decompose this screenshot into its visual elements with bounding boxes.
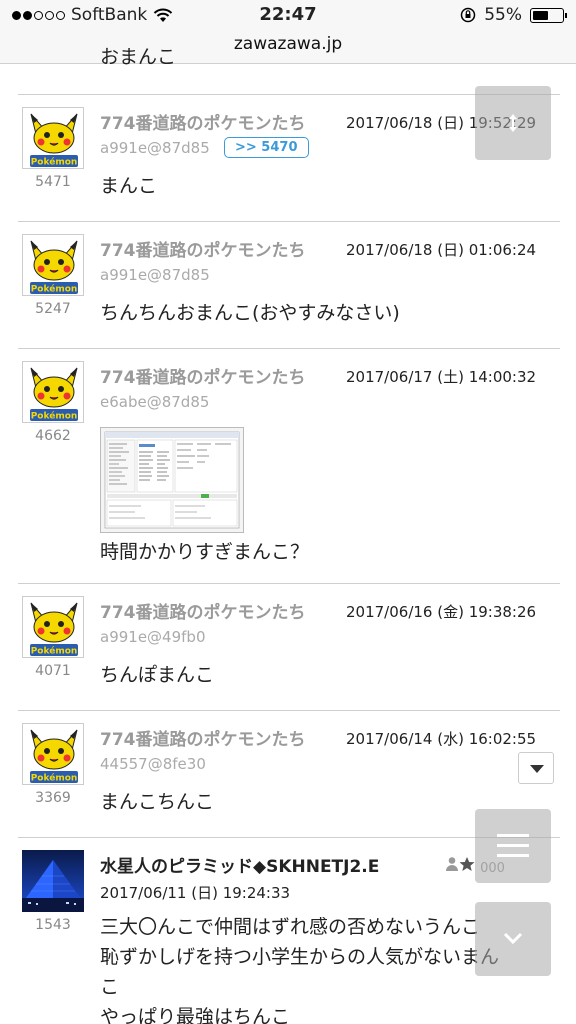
post-number[interactable]: 1543 [22, 917, 84, 933]
post-body: まんこ [100, 175, 158, 197]
pikachu-face: Pokémon [23, 108, 83, 168]
jump-bottom-button[interactable] [475, 902, 551, 976]
post-number[interactable]: 3369 [22, 790, 84, 806]
post-body: 時間かかりすぎまんこ？ [100, 541, 310, 563]
poster-id: a991e@87d85 [100, 139, 210, 157]
chevron-down-icon [503, 932, 523, 945]
svg-text:Pokémon: Pokémon [31, 411, 78, 422]
comment-post: Pokémon 5247 774番道路のポケモンたち 2017/06/18 (日… [18, 221, 560, 347]
status-right: 55% [460, 5, 567, 25]
poster-id: a991e@87d85 [100, 266, 210, 284]
pyramid-avatar-icon[interactable] [22, 850, 84, 912]
orientation-lock-icon [460, 7, 476, 23]
post-date: 2017/06/17 (土) 14:00:32 [346, 368, 537, 386]
reply-anchor-link[interactable]: >> 5470 [224, 137, 309, 158]
post-body-line: 恥ずかしげを持つ小学生からの人気がないまん [100, 946, 500, 968]
svg-text:Pokémon: Pokémon [31, 157, 78, 168]
battery-percent: 55% [484, 5, 522, 25]
post-body: ちんぽまんこ [100, 664, 215, 686]
post-body-line: やっぱり最強はちんこ [100, 1006, 291, 1024]
url-bar[interactable]: zawazawa.jp [0, 34, 576, 54]
post-date: 2017/06/16 (金) 19:38:26 [346, 603, 537, 621]
post-body-line: こ [100, 976, 120, 998]
post-number[interactable]: 4662 [22, 428, 84, 444]
pikachu-avatar-icon[interactable]: Pokémon [22, 234, 84, 296]
attachment-thumbnail[interactable] [100, 427, 244, 533]
user-rank-icon [446, 857, 475, 871]
scroll-toggle-button[interactable] [475, 86, 551, 160]
pikachu-avatar-icon[interactable]: Pokémon [22, 107, 84, 169]
poster-name: 水星人のピラミッド◆SKHNETJ2.E [100, 857, 380, 877]
svg-text:Pokémon: Pokémon [31, 646, 78, 657]
poster-name: 774番道路のポケモンたち [100, 368, 306, 388]
poster-name: 774番道路のポケモンたち [100, 114, 306, 134]
up-down-arrow-icon [509, 114, 517, 132]
post-body: まんこちんこ [100, 791, 215, 813]
svg-text:Pokémon: Pokémon [31, 773, 78, 784]
battery-icon [530, 7, 567, 23]
poster-id: a991e@49fb0 [100, 628, 206, 646]
poster-id: e6abe@87d85 [100, 393, 210, 411]
post-number[interactable]: 5471 [22, 174, 84, 190]
poster-id: 44557@8fe30 [100, 755, 206, 773]
triangle-down-icon [530, 765, 544, 773]
post-date: 2017/06/14 (水) 16:02:55 [346, 730, 537, 748]
comment-post: Pokémon 4071 774番道路のポケモンたち 2017/06/16 (金… [18, 583, 560, 709]
post-number[interactable]: 4071 [22, 663, 84, 679]
post-date: 2017/06/18 (日) 01:06:24 [346, 241, 537, 259]
sort-dropdown[interactable] [518, 752, 554, 784]
post-date: 2017/06/11 (日) 19:24:33 [100, 884, 291, 902]
menu-button[interactable] [475, 809, 551, 883]
comment-post: Pokémon 4662 774番道路のポケモンたち 2017/06/17 (土… [18, 348, 560, 582]
poster-name: 774番道路のポケモンたち [100, 730, 306, 750]
pikachu-avatar-icon[interactable]: Pokémon [22, 723, 84, 785]
post-body: ちんちんおまんこ(おやすみなさい) [100, 302, 400, 324]
poster-name: 774番道路のポケモンたち [100, 603, 306, 623]
post-number[interactable]: 5247 [22, 301, 84, 317]
poster-name: 774番道路のポケモンたち [100, 241, 306, 261]
svg-text:Pokémon: Pokémon [31, 284, 78, 295]
post-body-line: 三大〇んこで仲間はずれ感の否めないうんこ [100, 916, 481, 938]
hamburger-menu-icon [497, 834, 529, 857]
clipped-post-body: おまんこ [100, 46, 177, 68]
status-bar: SoftBank 22:47 55% zawazawa.jp [0, 0, 576, 64]
pikachu-avatar-icon[interactable]: Pokémon [22, 361, 84, 423]
pikachu-avatar-icon[interactable]: Pokémon [22, 596, 84, 658]
